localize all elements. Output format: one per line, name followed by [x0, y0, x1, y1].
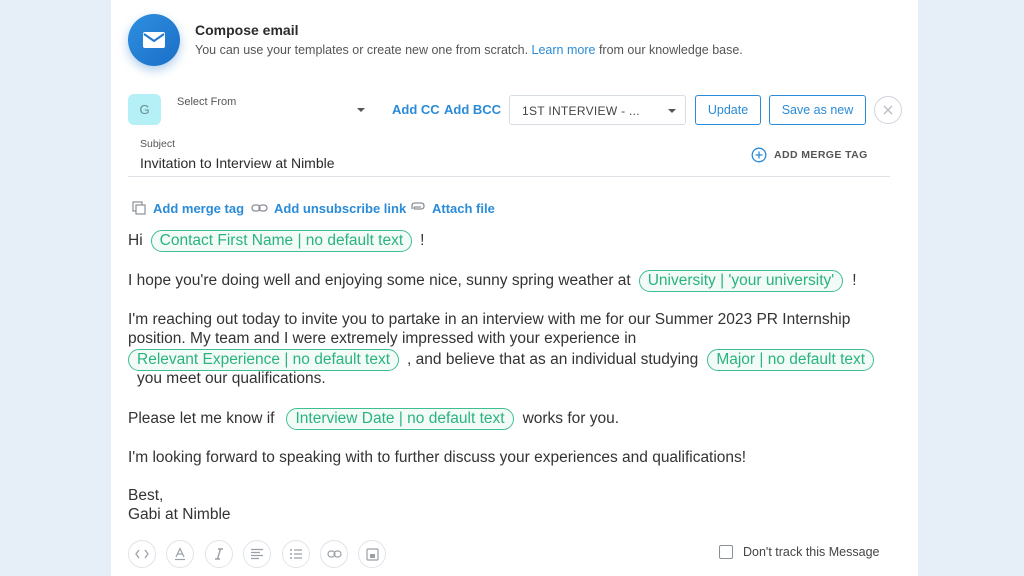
dont-track-checkbox[interactable] — [719, 545, 733, 559]
template-select[interactable]: 1ST INTERVIEW - ... — [509, 95, 686, 125]
envelope-icon — [128, 14, 180, 66]
template-select-value: 1ST INTERVIEW - ... — [522, 104, 640, 118]
body-text: Hi — [128, 232, 143, 249]
code-icon — [135, 549, 149, 559]
body-line-invite: I'm reaching out today to invite you to … — [128, 311, 851, 328]
attach-file-button[interactable]: Attach file — [409, 200, 495, 216]
insert-link-button[interactable] — [320, 540, 348, 568]
learn-more-link[interactable]: Learn more — [532, 43, 596, 57]
body-greeting: Hi Contact First Name | no default text … — [128, 230, 424, 252]
save-as-new-button[interactable]: Save as new — [769, 95, 866, 125]
add-cc-button[interactable]: Add CC — [392, 102, 440, 117]
plus-circle-icon — [751, 147, 767, 163]
add-merge-tag-text: Add merge tag — [153, 200, 245, 216]
body-line-closing: I'm looking forward to speaking with to … — [128, 449, 747, 466]
italic-icon — [215, 548, 223, 560]
body-signoff: Best, — [128, 487, 164, 504]
image-icon — [365, 547, 379, 561]
align-button[interactable] — [243, 540, 271, 568]
body-text: I hope you're doing well and enjoying so… — [128, 272, 631, 289]
close-icon[interactable] — [874, 96, 902, 124]
dont-track-label[interactable]: Don't track this Message — [743, 545, 879, 559]
bullet-list-button[interactable] — [282, 540, 310, 568]
chevron-down-icon[interactable] — [357, 108, 365, 112]
body-text: works for you. — [522, 410, 620, 427]
merge-tag-chip[interactable]: Relevant Experience | no default text — [128, 349, 400, 371]
add-merge-tag-label: ADD MERGE TAG — [774, 149, 868, 161]
add-bcc-button[interactable]: Add BCC — [444, 102, 501, 117]
link-icon — [251, 204, 268, 212]
merge-tag-chip[interactable]: University | 'your university' — [638, 270, 844, 292]
list-icon — [290, 549, 302, 559]
body-line-experience: Relevant Experience | no default text , … — [128, 349, 875, 371]
subject-add-merge-tag-button[interactable]: ADD MERGE TAG — [751, 147, 868, 163]
body-line-weather: I hope you're doing well and enjoying so… — [128, 270, 857, 292]
select-from-label[interactable]: Select From — [177, 96, 236, 108]
subject-underline — [128, 176, 890, 177]
link-icon — [326, 550, 342, 558]
font-color-icon — [175, 547, 185, 561]
text-color-button[interactable] — [166, 540, 194, 568]
body-text: , and believe that as an individual stud… — [407, 351, 699, 368]
italic-button[interactable] — [205, 540, 233, 568]
merge-tag-chip[interactable]: Contact First Name | no default text — [150, 230, 413, 252]
update-button[interactable]: Update — [695, 95, 761, 125]
attach-file-text: Attach file — [432, 200, 495, 216]
add-unsubscribe-link-text: Add unsubscribe link — [274, 200, 407, 216]
merge-tag-icon — [132, 201, 146, 215]
body-line-qualifications: you meet our qualifications. — [137, 370, 326, 387]
subject-input[interactable]: Invitation to Interview at Nimble — [140, 155, 335, 171]
align-left-icon — [251, 548, 263, 560]
code-view-button[interactable] — [128, 540, 156, 568]
body-signature: Gabi at Nimble — [128, 506, 231, 523]
compose-subtitle: You can use your templates or create new… — [195, 43, 743, 57]
body-text: ! — [852, 272, 857, 289]
body-line-date: Please let me know if Interview Date | n… — [128, 408, 619, 430]
add-unsubscribe-link-button[interactable]: Add unsubscribe link — [251, 200, 406, 216]
compose-title: Compose email — [195, 22, 299, 38]
body-line-position: position. My team and I were extremely i… — [128, 330, 637, 347]
add-merge-tag-button[interactable]: Add merge tag — [131, 200, 244, 216]
insert-image-button[interactable] — [358, 540, 386, 568]
sender-avatar: G — [128, 94, 161, 125]
subject-label: Subject — [140, 138, 176, 150]
merge-tag-chip[interactable]: Major | no default text — [707, 349, 875, 371]
chevron-down-icon — [668, 109, 676, 113]
paperclip-icon — [411, 202, 425, 210]
merge-tag-chip[interactable]: Interview Date | no default text — [286, 408, 514, 430]
body-text: Please let me know if — [128, 410, 275, 427]
body-text: ! — [420, 232, 425, 249]
